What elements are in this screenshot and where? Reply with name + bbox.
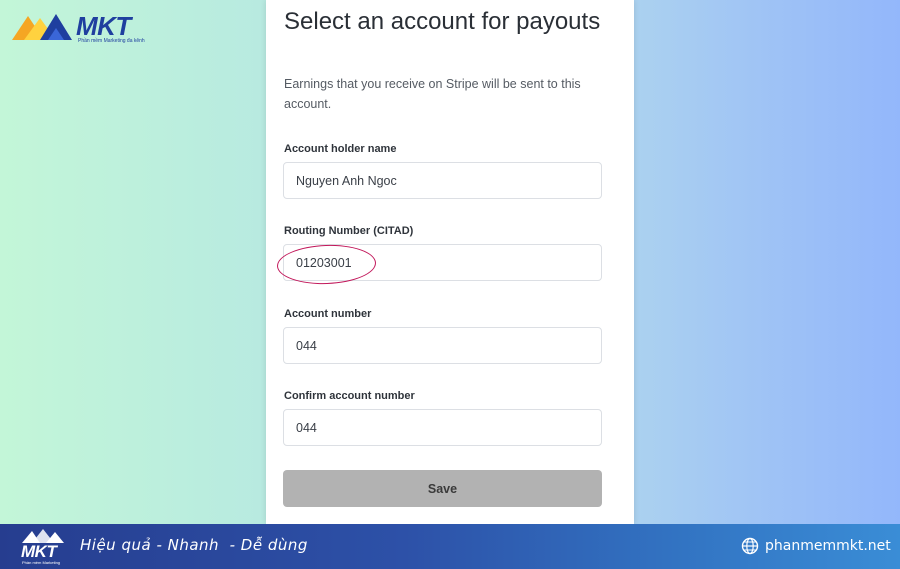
account-number-label: Account number: [284, 308, 372, 320]
confirm-account-number-input[interactable]: [283, 409, 602, 446]
banner-logo-tagline: Phần mềm Marketing: [22, 560, 61, 565]
globe-icon: [741, 537, 759, 555]
brand-logo: MKT Phần mềm Marketing đa kênh: [10, 8, 145, 48]
brand-logo-tagline: Phần mềm Marketing đa kênh: [78, 38, 145, 44]
routing-number-label: Routing Number (CITAD): [284, 225, 414, 237]
account-holder-name-label: Account holder name: [284, 143, 397, 155]
account-holder-name-input[interactable]: [283, 162, 602, 199]
website-link[interactable]: phanmemmkt.net: [741, 535, 891, 557]
payout-form-card: Select an account for payouts Earnings t…: [266, 0, 634, 524]
banner-logo-text: MKT: [21, 542, 57, 561]
banner-logo: MKT Phần mềm Marketing: [20, 528, 68, 566]
page-description: Earnings that you receive on Stripe will…: [284, 77, 581, 111]
banner-slogan: Hiệu quả - Nhanh - Dễ dùng: [80, 536, 308, 554]
save-button[interactable]: Save: [283, 470, 602, 507]
footer-banner: MKT Phần mềm Marketing Hiệu quả - Nhanh …: [0, 524, 900, 569]
confirm-account-number-label: Confirm account number: [284, 390, 415, 402]
page-title: Select an account for payouts: [284, 8, 601, 35]
website-text: phanmemmkt.net: [765, 538, 891, 554]
account-number-input[interactable]: [283, 327, 602, 364]
mountain-logo-icon: [12, 14, 72, 40]
